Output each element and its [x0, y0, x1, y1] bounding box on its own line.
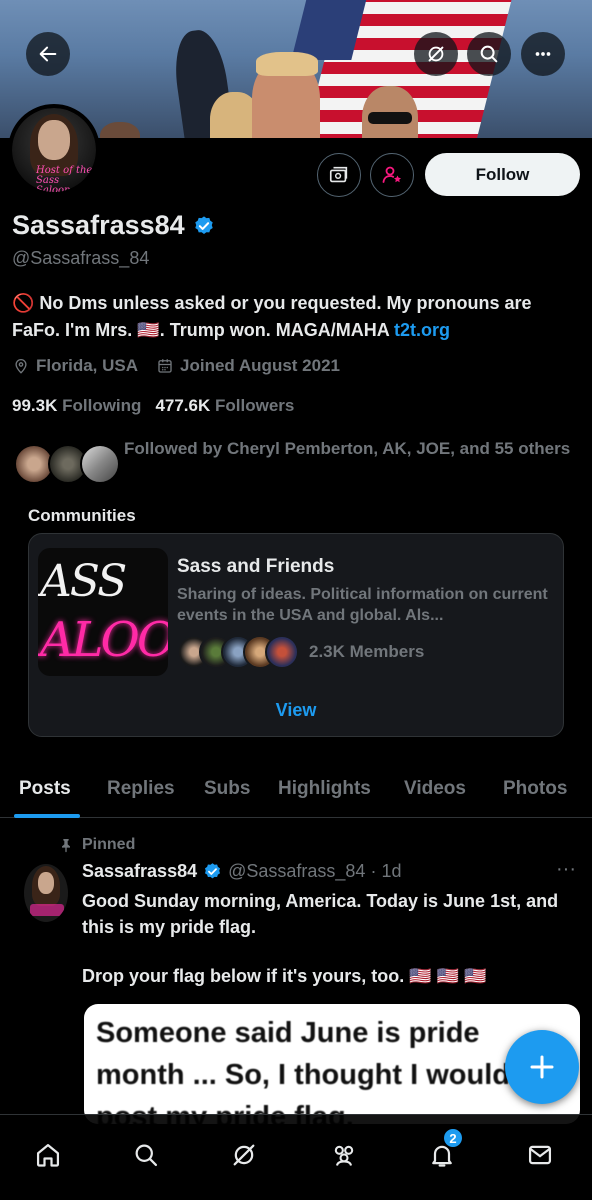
community-image-text: ALOO [40, 612, 168, 668]
grok-icon [428, 46, 444, 62]
joined-text: Joined August 2021 [180, 356, 340, 375]
tab-videos[interactable]: Videos [404, 778, 466, 800]
pinned-text: Pinned [82, 836, 136, 853]
avatar-face [38, 120, 70, 160]
post-avatar-face [38, 872, 54, 894]
location-item: Florida, USA [12, 356, 138, 376]
following-count: 99.3K [12, 396, 58, 415]
nav-communities[interactable] [322, 1133, 366, 1177]
followed-by-avatars[interactable] [14, 440, 120, 488]
post-text-2: Drop your flag below if it's yours, too.… [82, 966, 487, 986]
active-tab-indicator [14, 814, 80, 818]
avatar-caption-line: Sass Saloon [36, 175, 71, 196]
home-icon [36, 1143, 60, 1167]
tab-replies[interactable]: Replies [107, 778, 175, 800]
banner-person-hair [256, 52, 318, 76]
pin-icon [62, 839, 70, 853]
tab-subs[interactable]: Subs [204, 778, 250, 800]
followers-label: Followers [215, 396, 295, 415]
add-to-list-button[interactable] [370, 153, 414, 197]
community-members: 2.3K Members [177, 634, 424, 670]
more-horizontal-icon [535, 52, 551, 56]
pinned-label: Pinned [58, 836, 135, 854]
community-image: ASS ALOO [38, 548, 168, 676]
post-author-name[interactable]: Sassafrass84 [82, 861, 197, 882]
banner-person [100, 122, 140, 138]
post-author-avatar[interactable] [24, 864, 68, 922]
post-header: Sassafrass84 @Sassafrass_84 · 1d [82, 861, 401, 882]
bio-link[interactable]: t2t.org [394, 320, 450, 340]
post-text: Good Sunday morning, America. Today is J… [82, 891, 559, 937]
nav-home[interactable] [26, 1133, 70, 1177]
followers-stat[interactable]: 477.6K Followers [155, 396, 294, 416]
nav-search[interactable] [124, 1133, 168, 1177]
follower-avatar [80, 444, 120, 484]
subscribe-button[interactable] [317, 153, 361, 197]
avatar-caption: Host of the Sass Saloon [36, 166, 96, 196]
follow-button[interactable]: Follow [425, 153, 580, 196]
nav-notifications[interactable]: 2 [420, 1127, 464, 1177]
followers-count: 477.6K [155, 396, 211, 415]
profile-handle: @Sassafrass_84 [12, 248, 150, 268]
location-text: Florida, USA [36, 356, 139, 375]
location-pin-icon [15, 359, 27, 374]
community-view-button[interactable]: View [29, 700, 563, 721]
profile-stats: 99.3K Following 477.6K Followers [12, 396, 294, 416]
person-star-icon [382, 166, 401, 183]
compose-post-button[interactable] [505, 1030, 579, 1104]
calendar-icon [158, 359, 172, 373]
arrow-left-icon [39, 46, 57, 62]
following-label: Following [62, 396, 142, 415]
post-more-icon[interactable]: ··· [556, 858, 576, 881]
members-count: 2.3K Members [309, 642, 425, 661]
verified-badge-icon [205, 863, 221, 879]
profile-meta: Florida, USA Joined August 2021 [12, 356, 340, 376]
verified-badge-icon[interactable] [193, 215, 215, 237]
followed-by-text[interactable]: Followed by Cheryl Pemberton, AK, JOE, a… [124, 436, 574, 462]
search-icon [135, 1144, 158, 1167]
bio-text: 🚫 No Dms unless asked or you requested. … [12, 293, 532, 340]
community-image-text: ASS [40, 556, 127, 607]
profile-bio: 🚫 No Dms unless asked or you requested. … [12, 290, 582, 344]
more-options-button[interactable] [521, 32, 565, 76]
member-avatar [265, 635, 299, 669]
tab-highlights[interactable]: Highlights [278, 778, 371, 800]
profile-name-row: Sassafrass84 [12, 210, 215, 241]
search-icon [480, 45, 498, 63]
post-avatar-caption [30, 904, 64, 916]
plus-icon [530, 1055, 554, 1079]
mail-icon [528, 1145, 552, 1165]
community-card[interactable]: ASS ALOO Sass and Friends Sharing of ide… [28, 533, 564, 737]
grok-button[interactable] [414, 32, 458, 76]
notification-badge: 2 [442, 1127, 464, 1149]
grok-icon [233, 1144, 255, 1166]
subscription-icon [329, 166, 348, 183]
community-name: Sass and Friends [177, 556, 335, 577]
post-media-text: Someone said June is pride month ... So,… [96, 1017, 510, 1124]
profile-name: Sassafrass84 [12, 210, 185, 240]
profile-tabs: Posts Replies Subs Highlights Videos Pho… [0, 768, 592, 818]
joined-item: Joined August 2021 [156, 356, 340, 376]
post-handle-time: @Sassafrass_84 · 1d [228, 861, 402, 881]
nav-messages[interactable] [518, 1133, 562, 1177]
bottom-navigation: 2 [0, 1114, 592, 1200]
following-stat[interactable]: 99.3K Following [12, 396, 141, 416]
tab-posts[interactable]: Posts [19, 778, 71, 800]
back-button[interactable] [26, 32, 70, 76]
communities-heading: Communities [28, 506, 136, 525]
search-button[interactable] [467, 32, 511, 76]
banner-sunglasses [368, 112, 412, 124]
profile-avatar[interactable]: Host of the Sass Saloon [8, 104, 100, 196]
communities-icon [334, 1145, 354, 1166]
nav-grok[interactable] [222, 1133, 266, 1177]
avatar-image: Host of the Sass Saloon [12, 108, 96, 192]
tab-photos[interactable]: Photos [503, 778, 567, 800]
community-description: Sharing of ideas. Political information … [177, 586, 548, 624]
